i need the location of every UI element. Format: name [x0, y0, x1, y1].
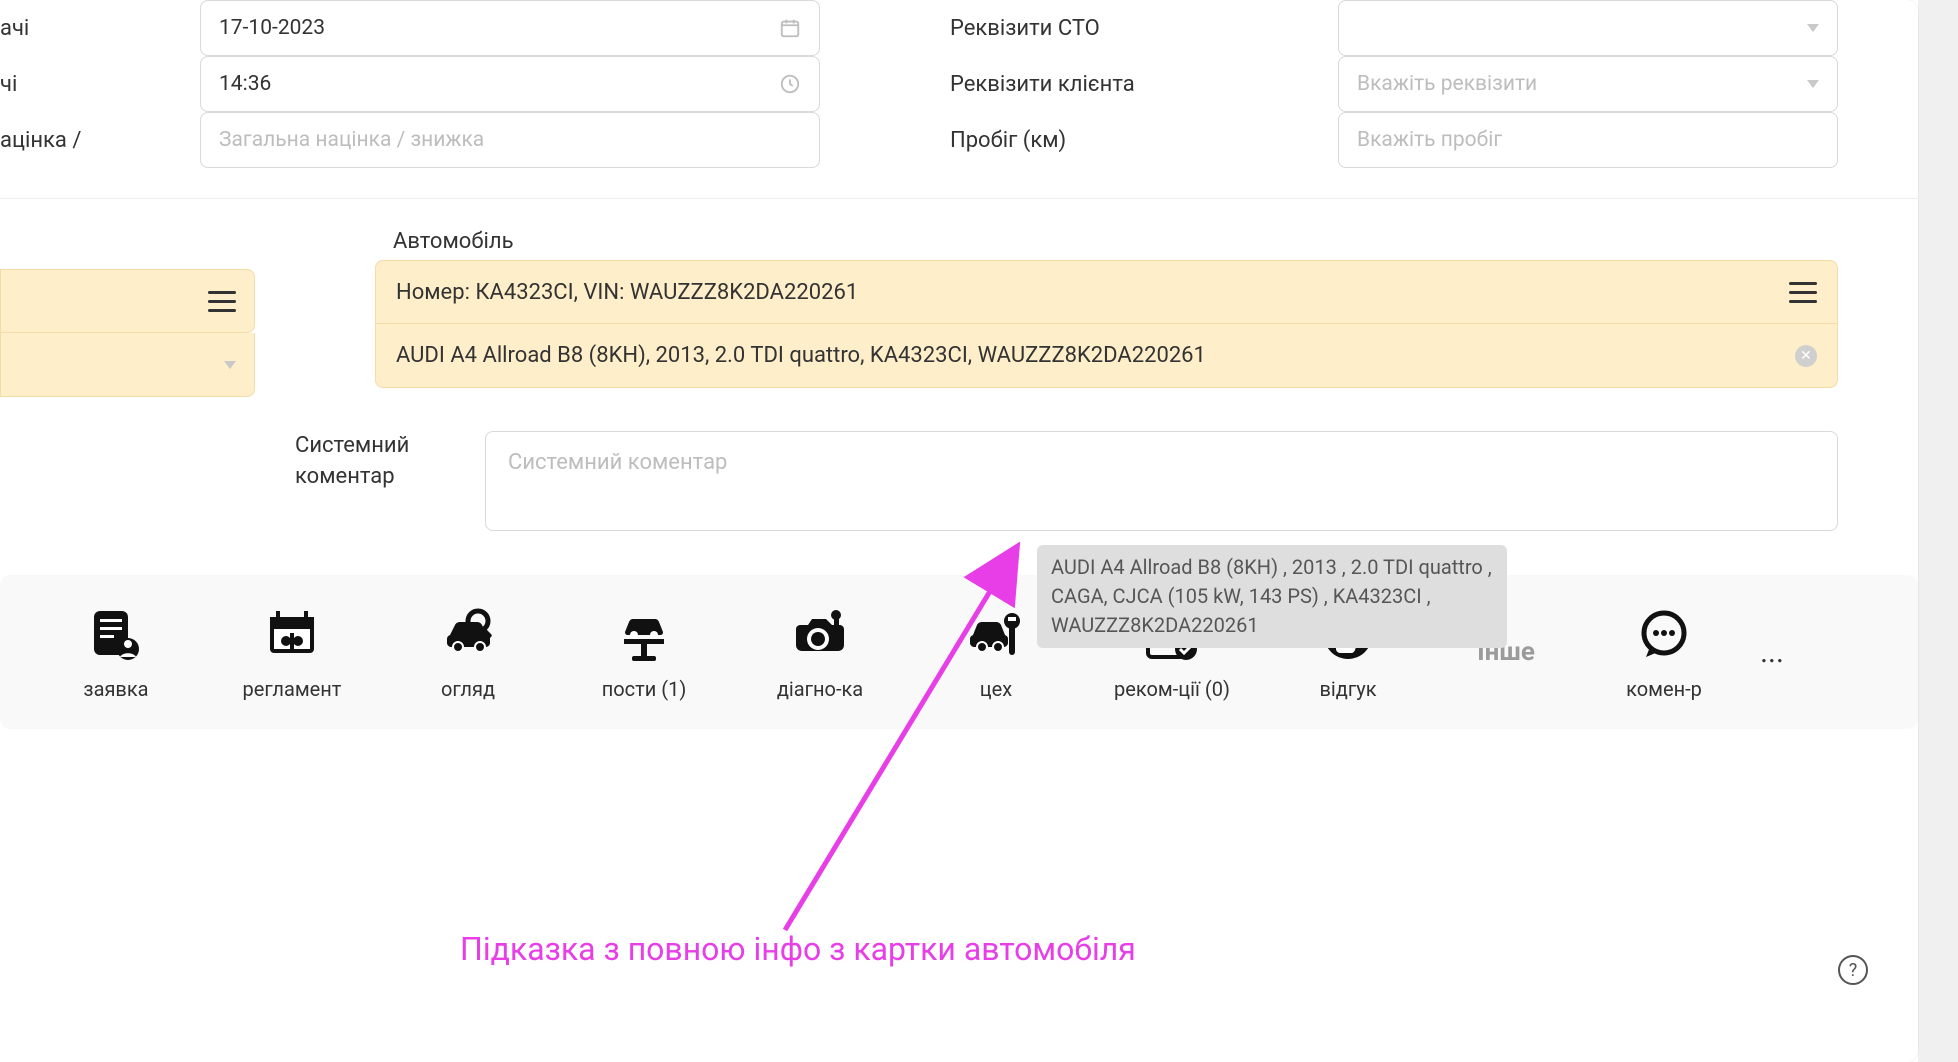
- date-input[interactable]: 17-10-2023: [200, 0, 820, 56]
- tabs-bar: заявка регламент огляд пости (1) діагно-: [0, 575, 1918, 729]
- system-comment-label: Системний коментар: [255, 431, 485, 493]
- hamburger-icon[interactable]: [1789, 282, 1817, 303]
- tab-comments[interactable]: комен-р: [1576, 603, 1752, 701]
- chevron-down-icon: [1807, 24, 1819, 32]
- vehicle-tooltip: AUDI A4 Allroad B8 (8KH) , 2013 , 2.0 TD…: [1037, 545, 1507, 648]
- mileage-placeholder: Вкажіть пробіг: [1357, 128, 1502, 152]
- prev-field-menu[interactable]: [0, 269, 255, 333]
- tab-label: огляд: [441, 677, 495, 701]
- chevron-down-icon: [1807, 80, 1819, 88]
- calendar-icon: [779, 17, 801, 39]
- diagnostics-icon: [788, 603, 852, 667]
- time-input[interactable]: 14:36: [200, 56, 820, 112]
- label-sto-req: Реквізити СТО: [820, 6, 1338, 51]
- tab-label: пости (1): [602, 677, 687, 701]
- tab-label: діагно-ка: [777, 677, 863, 701]
- sto-requisites-select[interactable]: [1338, 0, 1838, 56]
- comments-icon: [1632, 603, 1696, 667]
- markup-input[interactable]: Загальна націнка / знижка: [200, 112, 820, 168]
- system-comment-row: Системний коментар Системний коментар: [0, 407, 1918, 531]
- tab-label: регламент: [243, 677, 342, 701]
- clock-icon: [779, 73, 801, 95]
- inspection-icon: [436, 603, 500, 667]
- tab-application[interactable]: заявка: [28, 603, 204, 701]
- vehicle-select[interactable]: AUDI A4 Allroad B8 (8KH), 2013, 2.0 TDI …: [375, 324, 1838, 388]
- tab-label: заявка: [83, 677, 148, 701]
- workshop-icon: [964, 603, 1028, 667]
- time-value: 14:36: [219, 72, 271, 96]
- vehicle-header-text: Номер: КА4323СІ, VIN: WAUZZZ8K2DA220261: [396, 280, 858, 305]
- vehicle-header-row[interactable]: Номер: КА4323СІ, VIN: WAUZZZ8K2DA220261: [375, 260, 1838, 324]
- client-requisites-placeholder: Вкажіть реквізити: [1357, 72, 1537, 96]
- reglament-icon: [260, 603, 324, 667]
- markup-placeholder: Загальна націнка / знижка: [219, 128, 484, 152]
- tab-diagnostics[interactable]: діагно-ка: [732, 603, 908, 701]
- hamburger-icon: [208, 291, 236, 312]
- vehicle-section: Автомобіль Номер: КА4323СІ, VIN: WAUZZZ8…: [0, 199, 1918, 407]
- tab-label: комен-р: [1626, 677, 1702, 701]
- tab-label: реком-ції (0): [1114, 677, 1230, 701]
- tab-label: цех: [980, 677, 1012, 701]
- label-markup: ацінка /: [0, 118, 200, 163]
- label-time: чі: [0, 62, 200, 107]
- posts-icon: [612, 603, 676, 667]
- label-mileage: Пробіг (км): [820, 118, 1338, 163]
- label-client-req: Реквізити клієнта: [820, 62, 1338, 107]
- vehicle-section-title: Автомобіль: [375, 229, 1838, 254]
- date-value: 17-10-2023: [219, 16, 325, 40]
- vehicle-selected-text: AUDI A4 Allroad B8 (8KH), 2013, 2.0 TDI …: [396, 343, 1206, 368]
- tab-inspection[interactable]: огляд: [380, 603, 556, 701]
- tabs-overflow[interactable]: ...: [1752, 635, 1792, 670]
- tab-posts[interactable]: пости (1): [556, 603, 732, 701]
- annotation-caption: Підказка з повною інфо з картки автомобі…: [460, 930, 1136, 968]
- application-icon: [84, 603, 148, 667]
- tab-label: відгук: [1319, 677, 1376, 701]
- top-form: ачі 17-10-2023 Реквізити СТО чі 14:36: [0, 0, 1918, 198]
- system-comment-placeholder: Системний коментар: [508, 450, 727, 475]
- label-date: ачі: [0, 6, 200, 51]
- tab-reglament[interactable]: регламент: [204, 603, 380, 701]
- chevron-down-icon: [224, 361, 236, 369]
- clear-icon[interactable]: ✕: [1795, 345, 1817, 367]
- help-button[interactable]: ?: [1838, 955, 1868, 985]
- system-comment-input[interactable]: Системний коментар: [485, 431, 1838, 531]
- client-requisites-select[interactable]: Вкажіть реквізити: [1338, 56, 1838, 112]
- prev-field-select[interactable]: [0, 333, 255, 397]
- mileage-input[interactable]: Вкажіть пробіг: [1338, 112, 1838, 168]
